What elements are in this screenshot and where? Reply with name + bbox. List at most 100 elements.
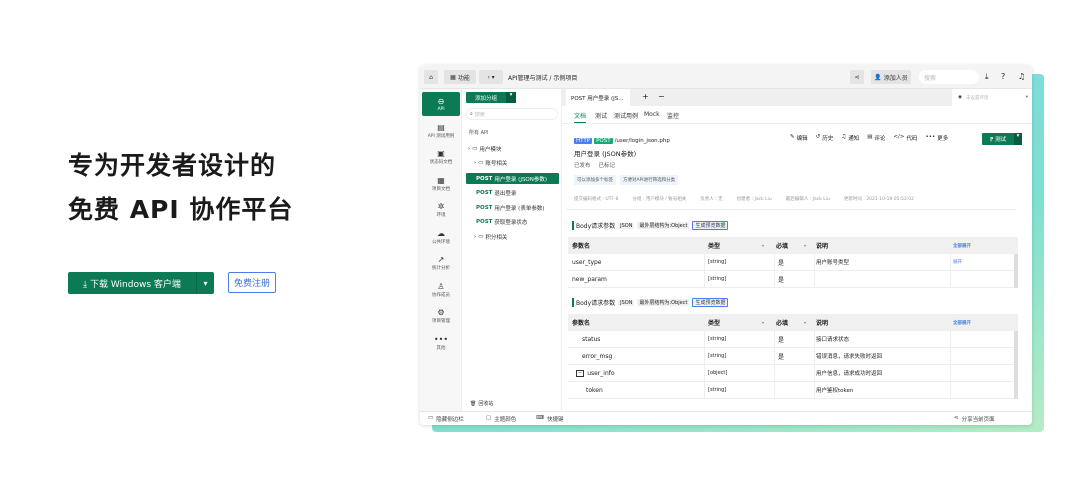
minus-icon[interactable]: − bbox=[658, 92, 665, 101]
tag-chip[interactable]: 方便对API进行筛选和分类 bbox=[620, 175, 679, 185]
generate-preview-button[interactable]: 生成预览数据 bbox=[692, 298, 729, 307]
tree-item-label: 获取登录状态 bbox=[494, 219, 528, 226]
collapse-icon[interactable]: − bbox=[576, 369, 585, 377]
chevron-down-icon[interactable]: ▾ bbox=[196, 272, 214, 294]
subtab-1[interactable]: 测试 bbox=[595, 111, 607, 120]
rail-item-4[interactable]: ✲ 环境 bbox=[422, 198, 460, 222]
param-type: [string] bbox=[708, 336, 727, 342]
tree-item[interactable]: › ▭ 账号相关 bbox=[474, 157, 507, 168]
share-label: 分享当前页面 bbox=[961, 417, 995, 423]
rail-item-6[interactable]: ↗ 统计分析 bbox=[422, 251, 460, 275]
home-icon[interactable]: ⌂ bbox=[424, 70, 438, 84]
subtab-3[interactable]: Mock bbox=[644, 111, 660, 118]
register-button[interactable]: 免费注册 bbox=[228, 272, 276, 293]
plus-icon[interactable]: + bbox=[642, 92, 649, 101]
hero-title-line2: 免费 API 协作平台 bbox=[68, 195, 294, 224]
scrollbar[interactable] bbox=[1014, 254, 1018, 288]
column-header: 说明 bbox=[816, 320, 829, 327]
tree-item[interactable]: POST 用户登录 (JSON参数) bbox=[466, 173, 559, 184]
filter-icon[interactable]: ▾ bbox=[804, 237, 806, 254]
column-divider bbox=[950, 365, 951, 381]
param-name-text: new_param bbox=[572, 275, 607, 283]
rail-item-1[interactable]: ▤ API 测试用例 bbox=[422, 119, 460, 143]
hide-sidebar-label: 隐藏侧边栏 bbox=[436, 417, 464, 423]
api-path-row: HTTP POST /user/login_json.php bbox=[574, 138, 670, 144]
generate-preview-button[interactable]: 生成预览数据 bbox=[692, 221, 729, 230]
tree-item[interactable]: › ▭ 用户模块 bbox=[468, 143, 501, 154]
search-placeholder: 搜索 bbox=[474, 111, 485, 118]
subtab-4[interactable]: 监控 bbox=[667, 111, 679, 120]
column-divider bbox=[704, 254, 705, 270]
expand-all-link[interactable]: 全部展开 bbox=[953, 314, 971, 331]
filter-icon[interactable]: ▾ bbox=[762, 314, 764, 331]
chevron-right-icon[interactable]: › bbox=[474, 160, 476, 166]
add-group-button[interactable]: 添加分组 ▾ bbox=[466, 92, 516, 103]
subtab-0[interactable]: 文档 bbox=[574, 111, 587, 123]
param-type: [string] bbox=[708, 259, 727, 265]
tree-search-input[interactable]: ⌕ 搜索 bbox=[466, 108, 558, 120]
tab-open-api[interactable]: POST 用户登录 (JS... bbox=[566, 89, 630, 106]
tree-item[interactable]: › ▭ 积分相关 bbox=[474, 231, 507, 242]
scrollbar[interactable] bbox=[1014, 331, 1018, 399]
environment-select[interactable]: ◉ 未设置环境 ▾ bbox=[952, 89, 1032, 106]
shortcuts-label: 快捷键 bbox=[546, 417, 564, 423]
filter-icon[interactable]: ▾ bbox=[804, 314, 806, 331]
features-button[interactable]: ▦ 功能 bbox=[444, 70, 476, 84]
download-windows-button[interactable]: ⤓ 下载 Windows 客户端 ▾ bbox=[68, 272, 214, 294]
expand-all-link[interactable]: 全部展开 bbox=[953, 237, 971, 254]
divider bbox=[566, 209, 1016, 210]
tree-item[interactable]: POST 用户登录 (表单参数) bbox=[476, 202, 544, 213]
chevron-down-icon[interactable]: ▾ bbox=[1014, 133, 1022, 145]
help-icon[interactable]: ? bbox=[1001, 72, 1005, 81]
share-icon[interactable]: ⋖ bbox=[850, 70, 864, 84]
param-name-text: token bbox=[586, 386, 603, 394]
api-path: /user/login_json.php bbox=[614, 138, 670, 144]
shortcuts-button[interactable]: ⌨ 快捷键 bbox=[536, 415, 563, 423]
search-input[interactable]: 搜索 bbox=[919, 70, 979, 84]
tag-chip[interactable]: 可以添加多个标签 bbox=[574, 175, 616, 185]
filter-icon[interactable]: ▾ bbox=[762, 237, 764, 254]
action-bell[interactable]: ♫ 通知 bbox=[841, 134, 859, 142]
subtab-2[interactable]: 测试用例 bbox=[614, 111, 638, 120]
action-more[interactable]: ••• 更多 bbox=[926, 134, 949, 142]
chart-icon: ↗ bbox=[437, 255, 445, 264]
download-icon[interactable]: ⤓ bbox=[985, 72, 989, 82]
rail-item-7[interactable]: ♙ 协作成员 bbox=[422, 278, 460, 302]
more-icon: ••• bbox=[433, 334, 449, 344]
section-header: Body请求参数 JSON 最外层结构为:Object 生成预览数据 bbox=[572, 298, 729, 307]
column-divider bbox=[950, 348, 951, 364]
param-name: − user_info bbox=[576, 365, 615, 381]
action-edit[interactable]: ✎ 编辑 bbox=[790, 134, 808, 142]
rail-item-8[interactable]: ⚙ 项目管理 bbox=[422, 304, 460, 328]
tree-item-label: 账号相关 bbox=[485, 160, 508, 167]
rail-item-0[interactable]: ⊖ API bbox=[422, 92, 460, 116]
tree-item[interactable]: POST 获取登录状态 bbox=[476, 216, 527, 227]
param-name: status bbox=[582, 331, 600, 347]
param-name: user_type bbox=[572, 254, 602, 270]
tree-item-label: 用户登录 (表单参数) bbox=[494, 205, 545, 212]
action-code[interactable]: </> 代码 bbox=[893, 134, 917, 142]
rail-item-2[interactable]: ▣ 状态码文档 bbox=[422, 145, 460, 169]
more-icon: ••• bbox=[925, 134, 936, 140]
column-divider bbox=[704, 348, 705, 364]
add-member-button[interactable]: 👤 添加人员 bbox=[871, 70, 911, 84]
rail-item-9[interactable]: ••• 其他 bbox=[422, 331, 460, 355]
action-history[interactable]: ↺ 历史 bbox=[816, 134, 834, 142]
tree-item[interactable]: POST 退出登录 bbox=[476, 187, 516, 198]
expand-link[interactable]: 展开 bbox=[953, 254, 962, 270]
theme-button[interactable]: ▢ 主题颜色 bbox=[486, 415, 516, 423]
chevron-right-icon[interactable]: › bbox=[468, 146, 470, 152]
test-button[interactable]: ⁋ 测试 ▾ bbox=[982, 133, 1022, 145]
action-comment[interactable]: ▤ 评论 bbox=[867, 134, 885, 142]
back-button[interactable]: ‹ ▾ bbox=[479, 70, 503, 84]
bell-icon[interactable]: ♫ bbox=[1018, 72, 1025, 81]
param-description: 用户账号类型 bbox=[816, 260, 850, 266]
meta-item: 负责人 : 无 bbox=[700, 197, 723, 202]
recycle-bin[interactable]: 🗑 回收站 bbox=[470, 400, 493, 408]
share-page-button[interactable]: ⋖ 分享当前页面 bbox=[954, 415, 995, 423]
rail-item-5[interactable]: ☁ 公共环境 bbox=[422, 225, 460, 249]
chevron-right-icon[interactable]: › bbox=[474, 234, 476, 240]
rail-item-3[interactable]: ▦ 项目文档 bbox=[422, 172, 460, 196]
chevron-down-icon[interactable]: ▾ bbox=[506, 92, 516, 103]
hide-sidebar-button[interactable]: ▭ 隐藏侧边栏 bbox=[428, 415, 464, 423]
